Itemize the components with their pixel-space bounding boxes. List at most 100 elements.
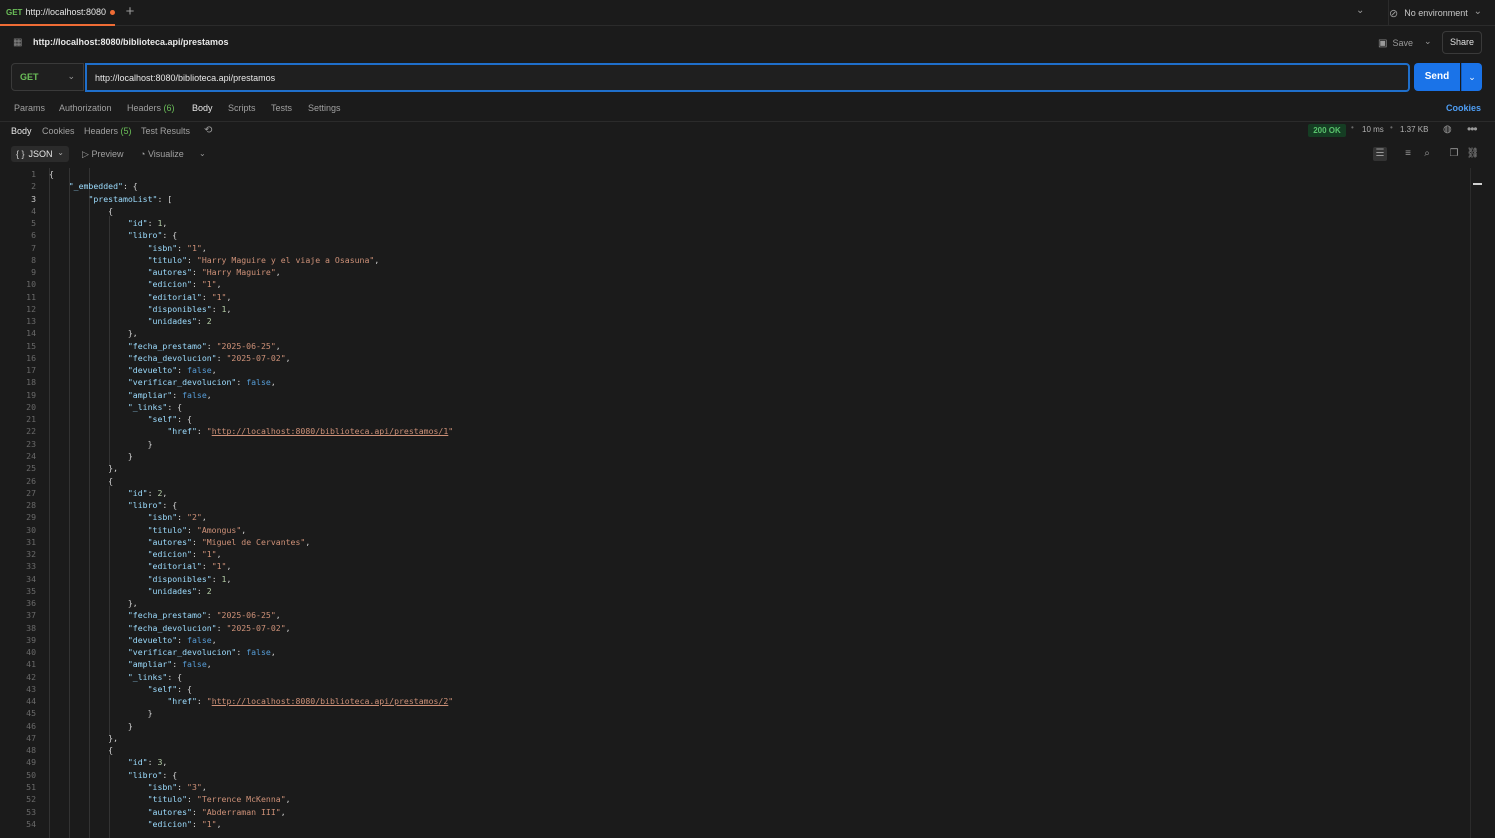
status-badge[interactable]: 200 OK xyxy=(1308,124,1346,137)
code-text: }, xyxy=(49,463,119,474)
code-text: "ampliar": false, xyxy=(127,659,212,670)
response-time[interactable]: 10 ms xyxy=(1362,125,1384,134)
href-link[interactable]: http://localhost:8080/biblioteca.api/pre… xyxy=(212,696,449,706)
code-line: 22 "href": "http://localhost:8080/biblio… xyxy=(0,425,1470,437)
href-link[interactable]: http://localhost:8080/biblioteca.api/pre… xyxy=(212,426,449,436)
filter-icon[interactable]: ≡ xyxy=(1401,147,1415,161)
response-size[interactable]: 1.37 KB xyxy=(1400,125,1428,134)
line-number: 38 xyxy=(26,622,36,633)
play-icon: ▷ xyxy=(82,149,89,159)
code-text: "_links": { xyxy=(127,401,183,412)
code-line: 43 "self": { xyxy=(0,683,1470,695)
code-text: "edicion": "1", xyxy=(147,549,222,560)
code-line: 21 "self": { xyxy=(0,413,1470,425)
code-text: }, xyxy=(49,328,138,339)
code-line: 12 "disponibles": 1, xyxy=(0,303,1470,315)
format-label: JSON xyxy=(28,149,53,159)
tab-headers[interactable]: Headers (6) xyxy=(127,103,175,113)
tab-tests[interactable]: Tests xyxy=(271,103,292,113)
request-tab-method: GET xyxy=(6,7,23,17)
more-options-icon[interactable]: ••• xyxy=(1467,122,1478,136)
code-text: { xyxy=(49,745,114,756)
line-number: 3 xyxy=(31,193,36,204)
code-line: 41 "ampliar": false, xyxy=(0,658,1470,670)
response-tab-body[interactable]: Body xyxy=(11,126,32,136)
link-icon[interactable]: ⛓ xyxy=(1466,147,1480,161)
code-line: 17 "devuelto": false, xyxy=(0,364,1470,376)
code-line: 14 }, xyxy=(0,327,1470,339)
preview-button[interactable]: ▷ Preview xyxy=(82,149,123,160)
editor-scrollbar[interactable] xyxy=(1470,168,1486,838)
url-field[interactable] xyxy=(85,63,1410,92)
code-text: { xyxy=(49,475,114,486)
request-tab-title: http://localhost:8080/bi xyxy=(25,7,107,17)
format-chevron-icon: ⌄ xyxy=(57,148,64,157)
search-icon[interactable]: ⌕ xyxy=(1420,147,1434,161)
method-select[interactable]: GET ⌄ xyxy=(11,63,84,91)
tab-body[interactable]: Body xyxy=(192,103,213,113)
code-text: "devuelto": false, xyxy=(127,365,217,376)
code-text: "fecha_prestamo": "2025-06-25", xyxy=(127,340,281,351)
line-number: 2 xyxy=(31,181,36,192)
new-tab-plus-icon[interactable]: + xyxy=(123,4,137,20)
code-text: }, xyxy=(49,598,138,609)
tab-params[interactable]: Params xyxy=(14,103,45,113)
line-number: 34 xyxy=(26,573,36,584)
code-text: "verificar_devolucion": false, xyxy=(127,647,276,658)
code-text: "isbn": "1", xyxy=(147,242,207,253)
code-line: 2 "_embedded": { xyxy=(0,180,1470,192)
history-icon[interactable]: ⟲ xyxy=(204,125,212,136)
tab-scripts[interactable]: Scripts xyxy=(228,103,256,113)
line-number: 51 xyxy=(26,782,36,792)
url-input[interactable] xyxy=(95,65,1395,90)
response-tab-headers[interactable]: Headers (5) xyxy=(84,126,132,136)
code-line: 31 "autores": "Miguel de Cervantes", xyxy=(0,536,1470,548)
code-line: 44 "href": "http://localhost:8080/biblio… xyxy=(0,695,1470,707)
line-number: 45 xyxy=(26,708,36,719)
line-number: 12 xyxy=(26,303,36,314)
tab-authorization[interactable]: Authorization xyxy=(59,103,112,113)
line-number: 46 xyxy=(26,720,36,731)
line-number: 32 xyxy=(26,549,36,560)
line-number: 48 xyxy=(26,745,36,756)
tabs-dropdown-chevron-icon[interactable]: ⌄ xyxy=(1356,5,1364,16)
environment-label: No environment xyxy=(1404,8,1468,18)
share-button[interactable]: Share xyxy=(1442,31,1482,54)
code-line: 38 "fecha_devolucion": "2025-07-02", xyxy=(0,622,1470,634)
code-text: "editorial": "1", xyxy=(147,561,232,572)
line-number: 21 xyxy=(26,414,36,425)
code-text: "titulo": "Harry Maguire y el viaje a Os… xyxy=(147,254,380,265)
scrollbar-thumb[interactable] xyxy=(1473,183,1482,185)
code-text: "autores": "Miguel de Cervantes", xyxy=(147,536,311,547)
request-title[interactable]: http://localhost:8080/biblioteca.api/pre… xyxy=(33,37,229,47)
wrap-lines-icon[interactable]: ☰ xyxy=(1373,147,1387,161)
globe-icon[interactable]: ◍ xyxy=(1443,124,1452,135)
send-button[interactable]: Send xyxy=(1414,63,1460,91)
format-select[interactable]: { } JSON ⌄ xyxy=(11,146,69,162)
code-text: } xyxy=(49,438,153,449)
tab-strip: GET http://localhost:8080/bi + ⌄ ⊘ No en… xyxy=(0,0,1495,26)
code-line: 50 "libro": { xyxy=(0,769,1470,781)
send-options-chevron-icon[interactable]: ⌄ xyxy=(1461,63,1482,91)
code-line: 9 "autores": "Harry Maguire", xyxy=(0,266,1470,278)
save-button[interactable]: ▣ Save xyxy=(1378,34,1413,52)
environment-selector[interactable]: ⊘ No environment ⌄ xyxy=(1388,0,1484,26)
code-text: "unidades": 2 xyxy=(147,316,212,327)
cookies-link[interactable]: Cookies xyxy=(1446,103,1481,113)
code-line: 24 } xyxy=(0,450,1470,462)
response-body-editor[interactable]: 1{2 "_embedded": {3 "prestamoList": [4 {… xyxy=(0,168,1470,838)
line-number: 10 xyxy=(26,279,36,290)
response-tab-test-results[interactable]: Test Results xyxy=(141,126,190,136)
visualize-button[interactable]: ◔ Visualize xyxy=(140,149,184,159)
response-tab-cookies[interactable]: Cookies xyxy=(42,126,75,136)
code-text: "autores": "Harry Maguire", xyxy=(147,267,281,278)
no-environment-icon: ⊘ xyxy=(1389,7,1399,20)
request-tab[interactable]: GET http://localhost:8080/bi xyxy=(0,0,115,26)
line-number: 26 xyxy=(26,475,36,486)
visualize-chevron-icon[interactable]: ⌄ xyxy=(199,149,206,158)
save-options-chevron-icon[interactable]: ⌄ xyxy=(1424,36,1432,47)
copy-icon[interactable]: ❐ xyxy=(1447,147,1461,161)
line-number: 36 xyxy=(26,598,36,609)
line-number: 7 xyxy=(31,242,36,253)
tab-settings[interactable]: Settings xyxy=(308,103,341,113)
